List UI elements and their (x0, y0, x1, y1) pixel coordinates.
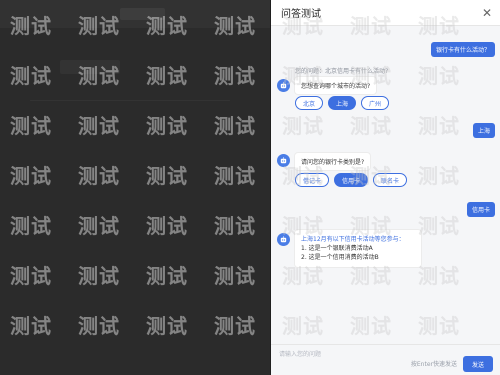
result-intro: 上海12月有以下信用卡活动等您参与： (301, 236, 405, 243)
chat-area[interactable]: 银行卡有什么活动？ 您的问题：北京信用卡有什么活动? 您想查询哪个城市的活动? … (271, 26, 500, 344)
card-option-cobranded[interactable]: 联名卡 (373, 173, 408, 187)
background-divider (30, 100, 230, 101)
user-message: 信用卡 (466, 202, 495, 217)
bot-avatar-icon (277, 79, 290, 92)
result-item: 1. 这是一个银联消费活动A (301, 245, 373, 252)
message-input[interactable]: 请输入您的问题 (279, 349, 321, 358)
panel-title: 问答测试 (281, 9, 321, 20)
bot-avatar-icon (277, 233, 290, 246)
question-hint: 您的问题：北京信用卡有什么活动? (295, 68, 389, 75)
send-button[interactable]: 发送 (463, 356, 493, 372)
user-message: 上海 (472, 123, 495, 138)
panel-header: 问答测试 ✕ (271, 0, 500, 26)
card-options: 借记卡 信用卡 联名卡 (295, 173, 408, 187)
close-icon[interactable]: ✕ (482, 7, 492, 19)
background-tab (120, 8, 165, 20)
user-message: 银行卡有什么活动？ (430, 42, 495, 57)
city-option-guangzhou[interactable]: 广州 (361, 96, 390, 110)
city-options: 北京 上海 广州 (295, 96, 390, 110)
bot-message: 请问您的银行卡类别是? (295, 153, 371, 170)
result-item: 2. 这是一个信用消费的活动B (301, 254, 379, 261)
bot-result-message: 上海12月有以下信用卡活动等您参与： 1. 这是一个银联消费活动A 2. 这是一… (295, 230, 421, 267)
input-footer: 请输入您的问题 按Enter快速发送 发送 (271, 344, 500, 375)
background-app-overlay (0, 0, 270, 375)
card-option-debit[interactable]: 借记卡 (295, 173, 330, 187)
city-option-shanghai[interactable]: 上海 (328, 96, 357, 110)
city-option-beijing[interactable]: 北京 (295, 96, 324, 110)
send-hint: 按Enter快速发送 (410, 361, 457, 368)
bot-message: 您想查询哪个城市的活动? (295, 77, 377, 94)
bot-avatar-icon (277, 154, 290, 167)
background-block (60, 60, 120, 74)
qa-test-panel: 问答测试 ✕ 银行卡有什么活动？ 您的问题：北京信用卡有什么活动? 您想查询哪个… (270, 0, 500, 375)
card-option-credit[interactable]: 信用卡 (334, 173, 369, 187)
